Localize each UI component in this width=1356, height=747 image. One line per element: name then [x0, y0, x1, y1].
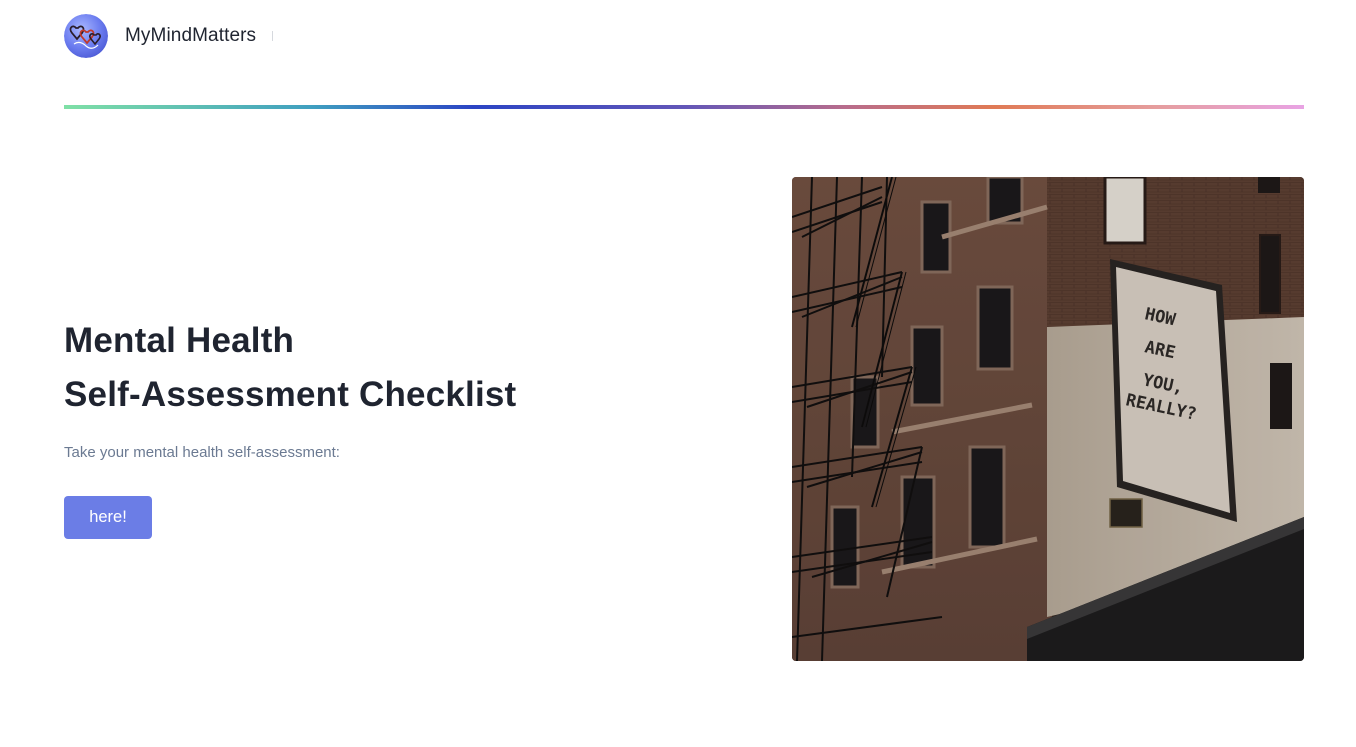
hero-section: Mental Health Self-Assessment Checklist … [64, 314, 664, 539]
title-line-1: Mental Health [64, 321, 295, 360]
take-assessment-button[interactable]: here! [64, 496, 152, 539]
hearts-logo-icon[interactable] [64, 14, 108, 58]
gradient-divider [64, 105, 1304, 109]
site-header: MyMindMatters [64, 12, 274, 60]
title-line-2: Self-Assessment Checklist [64, 375, 517, 414]
page-title: Mental Health Self-Assessment Checklist [64, 314, 664, 422]
brand-name[interactable]: MyMindMatters [125, 25, 256, 47]
hero-photo: HOW ARE YOU, REALLY? [792, 177, 1304, 661]
hero-subtitle: Take your mental health self-assessment: [64, 444, 340, 461]
header-divider [272, 31, 274, 41]
